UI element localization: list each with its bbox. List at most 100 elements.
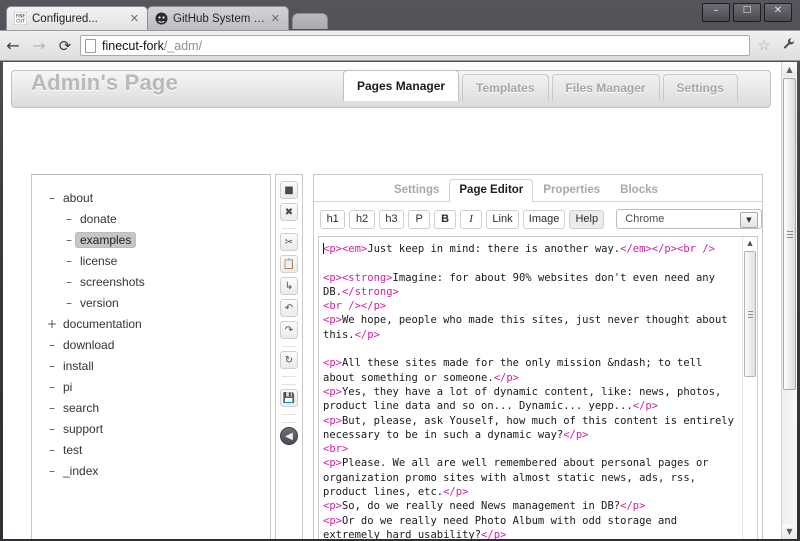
browser-tab-close-icon[interactable]: ✕ — [130, 12, 139, 25]
tree-toggle-icon[interactable]: – — [46, 380, 58, 394]
tab-settings[interactable]: Settings — [662, 74, 738, 101]
tree-item-license[interactable]: – license — [32, 250, 270, 271]
tree-toggle-icon[interactable]: – — [63, 212, 75, 226]
page-scroll-up-icon[interactable]: ▲ — [782, 62, 797, 77]
code-tag: </p> — [354, 328, 380, 341]
refresh-icon[interactable]: ↻ — [280, 351, 298, 369]
browser-toolbar: ← → ⟳ finecut-fork/_adm/ ☆ — [0, 30, 800, 61]
code-scroll-up-icon[interactable]: ▲ — [743, 237, 757, 250]
tree-toggle-icon[interactable]: – — [63, 296, 75, 310]
subtab-page-editor[interactable]: Page Editor — [449, 179, 534, 202]
code-editor[interactable]: <p><em>Just keep in mind: there is anoth… — [319, 237, 741, 539]
new-tab-button[interactable] — [292, 13, 328, 29]
tree-item-label: screenshots — [80, 274, 145, 289]
tree-toggle-icon[interactable]: – — [46, 422, 58, 436]
page-scroll-down-icon[interactable]: ▼ — [782, 524, 797, 539]
tab-files-manager[interactable]: Files Manager — [551, 74, 660, 101]
wrench-menu-icon[interactable] — [776, 37, 800, 54]
save-icon[interactable]: 💾 — [280, 389, 298, 407]
chevron-down-icon[interactable]: ▼ — [739, 212, 758, 228]
tree-toggle-icon[interactable]: – — [63, 233, 75, 247]
tree-toggle-icon[interactable]: – — [46, 401, 58, 415]
maximize-button[interactable]: □ — [733, 3, 761, 22]
stop-icon[interactable]: ■ — [280, 181, 298, 199]
tree-toggle-icon[interactable]: – — [46, 191, 58, 205]
insert-link-button[interactable]: Link — [486, 209, 519, 229]
tree-item-pi[interactable]: – pi — [32, 376, 270, 397]
tree-toggle-icon[interactable]: – — [46, 359, 58, 373]
cut-icon[interactable]: ✂ — [280, 233, 298, 251]
tree-item-about[interactable]: – about — [32, 187, 270, 208]
back-button[interactable]: ← — [0, 36, 26, 55]
url-text: finecut-fork/_adm/ — [102, 39, 202, 53]
back-icon[interactable]: ◀ — [280, 427, 298, 445]
redo-icon[interactable]: ↷ — [280, 321, 298, 339]
format-h1-button[interactable]: h1 — [320, 209, 346, 229]
tree-item-examples[interactable]: – examples — [32, 229, 270, 250]
tree-item-index[interactable]: – _index — [32, 460, 270, 481]
page-scrollbar[interactable]: ▲ ▼ — [781, 62, 797, 539]
undo-icon[interactable]: ↶ — [280, 299, 298, 317]
subtab-blocks[interactable]: Blocks — [610, 179, 668, 201]
subtab-properties[interactable]: Properties — [533, 179, 610, 201]
subtab-settings[interactable]: Settings — [384, 179, 449, 201]
format-paragraph-button[interactable]: P — [408, 209, 431, 229]
reload-button[interactable]: ⟳ — [52, 37, 78, 55]
code-scrollbar[interactable]: ▲ — [742, 237, 757, 539]
subtab-label: Settings — [394, 184, 440, 196]
forward-button[interactable]: → — [26, 36, 52, 55]
tab-templates[interactable]: Templates — [462, 74, 549, 101]
format-h3-button[interactable]: h3 — [378, 209, 405, 229]
scroll-grip-icon — [748, 311, 753, 318]
tree-item-search[interactable]: – search — [32, 397, 270, 418]
tree-item-version[interactable]: – version — [32, 292, 270, 313]
tree-toggle-icon[interactable]: – — [63, 275, 75, 289]
code-tag: <p> — [323, 314, 342, 327]
bookmark-star-icon[interactable]: ☆ — [752, 38, 776, 54]
tab-label: Files Manager — [565, 81, 646, 95]
tree-item-donate[interactable]: – donate — [32, 208, 270, 229]
close-button[interactable]: ✕ — [764, 3, 792, 22]
template-select[interactable]: Chrome ▼ — [616, 209, 762, 229]
tree-toggle-icon[interactable]: + — [46, 317, 58, 331]
tree-toggle-icon[interactable]: – — [46, 464, 58, 478]
address-bar[interactable]: finecut-fork/_adm/ — [80, 35, 750, 56]
code-tag: <p><em> — [323, 243, 368, 255]
tree-item-download[interactable]: – download — [32, 334, 270, 355]
tree-item-documentation[interactable]: + documentation — [32, 313, 270, 334]
tree-item-install[interactable]: – install — [32, 355, 270, 376]
tree-toggle-icon[interactable]: – — [46, 338, 58, 352]
code-tag: <p> — [323, 385, 342, 398]
browser-tab-github-status[interactable]: GitHub System Status ✕ — [147, 6, 289, 30]
code-tag: </strong> — [341, 285, 399, 298]
move-icon[interactable]: ↳ — [280, 277, 298, 295]
format-italic-button[interactable]: I — [460, 209, 483, 229]
code-text: Please. We all are well remembered about… — [323, 457, 715, 499]
browser-tab-configured[interactable]: FINE CUT Configured... ✕ — [6, 6, 148, 30]
tree-item-label: version — [80, 295, 119, 310]
insert-image-button[interactable]: Image — [522, 209, 566, 229]
format-bold-button[interactable]: B — [434, 209, 457, 229]
paste-icon[interactable]: 📋 — [280, 255, 298, 273]
code-scroll-thumb[interactable] — [744, 251, 756, 377]
tree-item-support[interactable]: – support — [32, 418, 270, 439]
code-tag: </p> — [632, 400, 659, 413]
tab-pages-manager[interactable]: Pages Manager — [343, 70, 460, 101]
browser-tab-close-icon[interactable]: ✕ — [271, 12, 280, 25]
editor-tab-bar: Settings Page Editor Properties Blocks — [314, 175, 762, 202]
tree-item-screenshots[interactable]: – screenshots — [32, 271, 270, 292]
tree-item-label: _index — [63, 463, 99, 478]
tree-toggle-icon[interactable]: – — [46, 443, 58, 457]
tree-item-test[interactable]: – test — [32, 439, 270, 460]
browser-window: FINE CUT Configured... ✕ GitHub System S… — [0, 0, 800, 541]
delete-icon[interactable]: ✖ — [280, 203, 298, 221]
tree-toggle-icon[interactable]: – — [63, 254, 75, 268]
minimize-button[interactable]: – — [702, 3, 730, 22]
format-h2-button[interactable]: h2 — [349, 209, 375, 229]
code-tag: </p> — [481, 528, 507, 539]
help-button[interactable]: Help — [569, 209, 605, 229]
code-line: <br /></p> — [323, 299, 737, 313]
code-tag: <p><strong> — [323, 271, 393, 284]
page-scroll-thumb[interactable] — [783, 78, 796, 390]
